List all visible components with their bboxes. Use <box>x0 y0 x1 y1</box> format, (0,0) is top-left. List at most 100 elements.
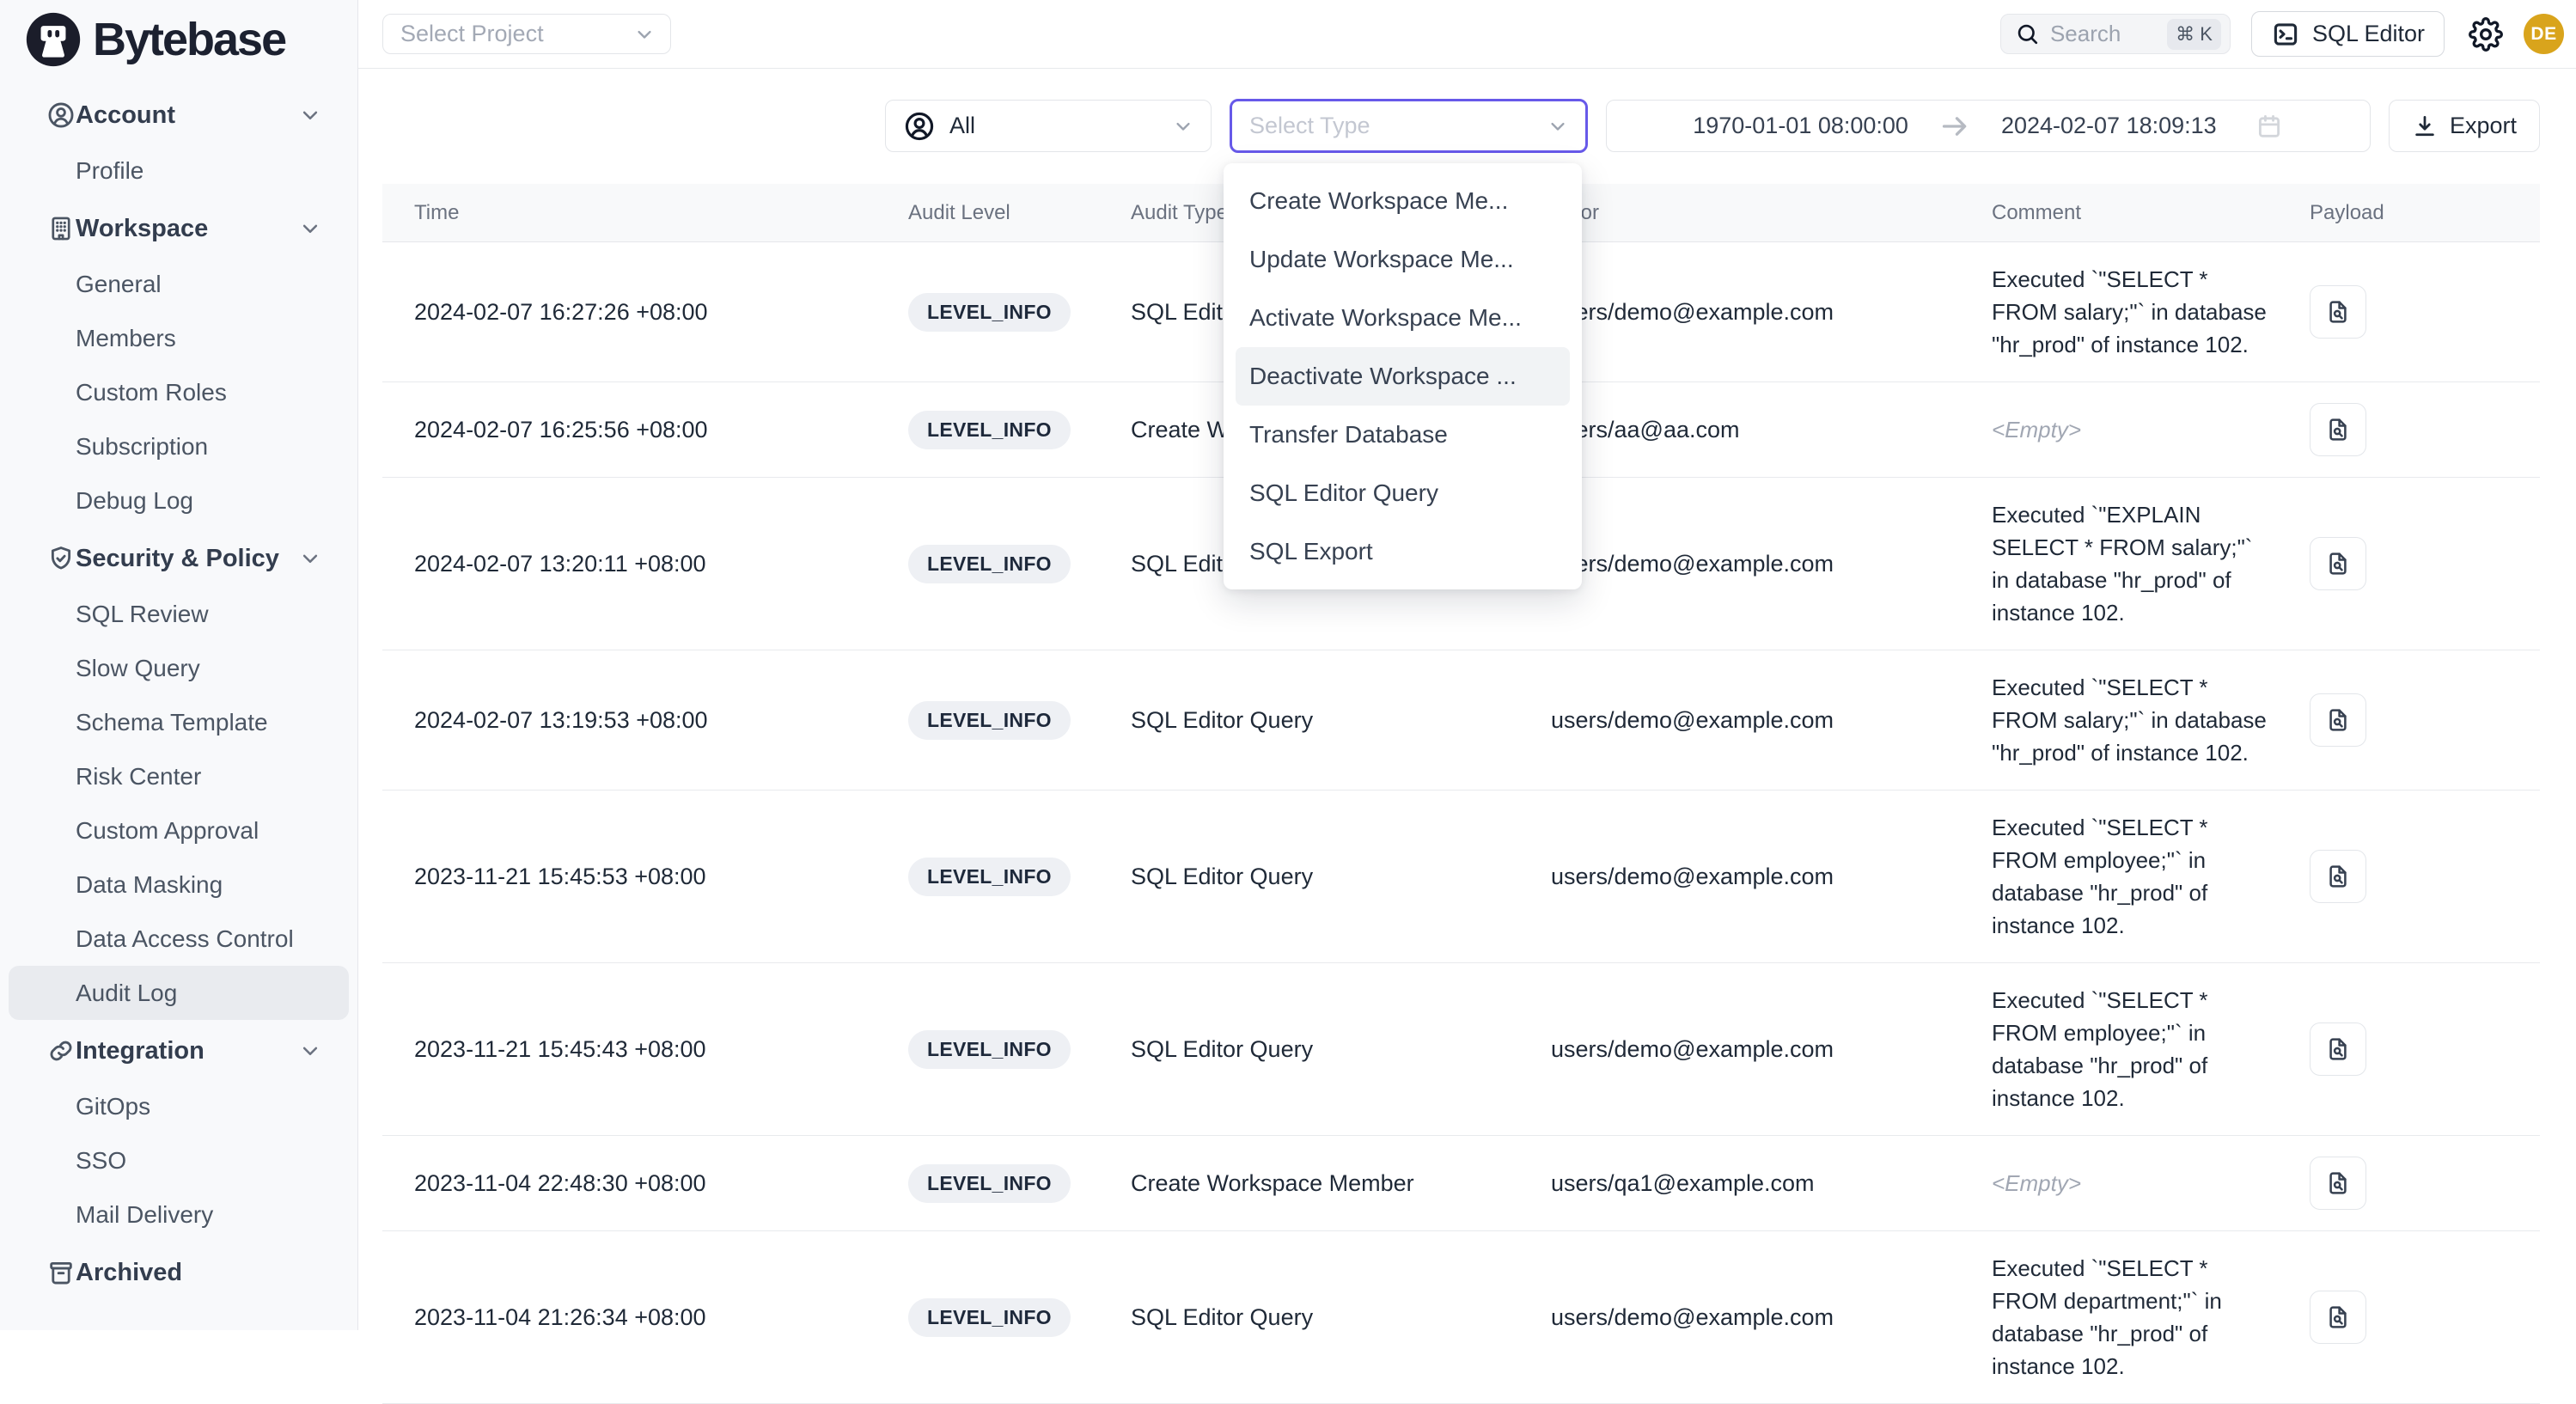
sql-editor-label: SQL Editor <box>2312 21 2425 47</box>
column-header: Payload <box>2310 201 2540 225</box>
settings-button[interactable] <box>2469 17 2503 52</box>
payload-button[interactable] <box>2310 403 2366 456</box>
cell-time: 2023-11-21 15:45:53 +08:00 <box>414 864 908 890</box>
sidebar-item-label: Data Masking <box>76 871 223 899</box>
sidebar-item[interactable]: Workspace <box>9 200 349 257</box>
sidebar-item[interactable]: Members <box>9 311 349 365</box>
sidebar-item[interactable]: GitOps <box>9 1079 349 1133</box>
payload-button[interactable] <box>2310 1022 2366 1076</box>
sidebar-item[interactable]: Account <box>9 87 349 143</box>
sidebar-item[interactable]: SSO <box>9 1133 349 1187</box>
file-search-icon <box>2324 863 2352 890</box>
sidebar-item[interactable]: Risk Center <box>9 749 349 803</box>
type-filter-dropdown: Create Workspace Me...Update Workspace M… <box>1224 163 1582 589</box>
dropdown-menu-item[interactable]: Deactivate Workspace ... <box>1236 347 1570 406</box>
date-range-picker[interactable]: 1970-01-01 08:00:00 2024-02-07 18:09:13 <box>1606 100 2371 152</box>
search-shortcut-badge: ⌘ K <box>2167 19 2221 50</box>
dropdown-menu-item[interactable]: SQL Editor Query <box>1236 464 1570 522</box>
terminal-icon <box>2271 20 2300 49</box>
download-icon <box>2412 113 2438 139</box>
cell-audit-type: SQL Editor Query <box>1131 1304 1551 1331</box>
sidebar-item[interactable]: Slow Query <box>9 641 349 695</box>
archive-icon <box>46 1258 76 1287</box>
cell-actor: users/demo@example.com <box>1551 707 1992 734</box>
payload-button[interactable] <box>2310 1157 2366 1210</box>
search-placeholder: Search <box>2050 21 2157 47</box>
bytebase-logo[interactable]: Bytebase <box>0 0 357 76</box>
sidebar-item[interactable]: Debug Log <box>9 473 349 528</box>
cell-comment: Executed `"EXPLAIN SELECT * FROM salary;… <box>1992 502 2252 626</box>
sidebar-item-label: Data Access Control <box>76 925 294 953</box>
sidebar-item[interactable]: Custom Roles <box>9 365 349 419</box>
project-select[interactable]: Select Project <box>382 14 671 54</box>
sql-editor-button[interactable]: SQL Editor <box>2251 11 2445 57</box>
dropdown-menu-item[interactable]: Update Workspace Me... <box>1236 230 1570 289</box>
sidebar-item-label: Risk Center <box>76 763 201 791</box>
sidebar-item[interactable]: Security & Policy <box>9 530 349 587</box>
sidebar-item[interactable]: Data Access Control <box>9 912 349 966</box>
sidebar-item[interactable]: General <box>9 257 349 311</box>
sidebar-item-label: General <box>76 271 162 298</box>
sidebar-item[interactable]: SQL Review <box>9 587 349 641</box>
payload-button[interactable] <box>2310 850 2366 903</box>
search-input[interactable]: Search ⌘ K <box>2000 14 2231 54</box>
sidebar-item[interactable]: Archived <box>9 1244 349 1301</box>
topbar: Select Project Search ⌘ K SQL Editor DE <box>358 0 2576 69</box>
cell-actor: users/demo@example.com <box>1551 1304 1992 1331</box>
sidebar-item-label: Debug Log <box>76 487 193 515</box>
filter-bar: All Select Type 1970-01-01 08:00:00 2024… <box>358 99 2540 153</box>
dropdown-menu-item[interactable]: Activate Workspace Me... <box>1236 289 1570 347</box>
chevron-down-icon <box>1546 114 1570 138</box>
dropdown-menu-item[interactable]: SQL Export <box>1236 522 1570 581</box>
cell-actor: users/demo@example.com <box>1551 864 1992 890</box>
payload-button[interactable] <box>2310 285 2366 339</box>
sidebar-nav: Account Profile Workspace General Member… <box>0 76 357 1301</box>
sidebar-item[interactable]: Subscription <box>9 419 349 473</box>
chevron-down-icon <box>632 22 656 46</box>
payload-button[interactable] <box>2310 693 2366 747</box>
calendar-icon[interactable] <box>2255 112 2284 141</box>
sidebar-item[interactable]: Audit Log <box>9 966 349 1020</box>
column-header: Audit Level <box>908 201 1131 225</box>
cell-comment: Executed `"SELECT * FROM salary;"` in da… <box>1992 675 2267 766</box>
cell-time: 2023-11-21 15:45:43 +08:00 <box>414 1036 908 1063</box>
cell-time: 2024-02-07 13:19:53 +08:00 <box>414 707 908 734</box>
audit-level-badge: LEVEL_INFO <box>908 411 1071 449</box>
column-header: Time <box>414 201 908 225</box>
date-start[interactable]: 1970-01-01 08:00:00 <box>1693 113 1908 139</box>
file-search-icon <box>2324 416 2352 443</box>
sidebar-item-label: Subscription <box>76 433 208 461</box>
file-search-icon <box>2324 706 2352 734</box>
dropdown-menu-item[interactable]: Transfer Database <box>1236 406 1570 464</box>
avatar[interactable]: DE <box>2524 14 2564 54</box>
cell-actor: users/demo@example.com <box>1551 299 1992 326</box>
sidebar-item[interactable]: Data Masking <box>9 858 349 912</box>
cell-time: 2023-11-04 21:26:34 +08:00 <box>414 1304 908 1331</box>
table-row: 2024-02-07 13:19:53 +08:00 LEVEL_INFO SQ… <box>382 650 2540 791</box>
sidebar-item[interactable]: Schema Template <box>9 695 349 749</box>
actor-filter-value: All <box>949 113 975 139</box>
shield-check-icon <box>46 544 76 573</box>
table-row: 2023-11-04 21:26:34 +08:00 LEVEL_INFO SQ… <box>382 1231 2540 1404</box>
audit-level-badge: LEVEL_INFO <box>908 1298 1071 1337</box>
payload-button[interactable] <box>2310 1291 2366 1344</box>
sidebar-item-label: Slow Query <box>76 655 200 682</box>
chevron-down-icon <box>1171 114 1195 138</box>
dropdown-menu-item[interactable]: Create Workspace Me... <box>1236 172 1570 230</box>
sidebar-item-label: Custom Approval <box>76 817 259 845</box>
actor-filter-select[interactable]: All <box>885 100 1212 152</box>
brand-name: Bytebase <box>93 13 285 66</box>
sidebar-item-label: Archived <box>76 1259 182 1287</box>
sidebar-item[interactable]: Integration <box>9 1022 349 1079</box>
payload-button[interactable] <box>2310 537 2366 590</box>
audit-level-badge: LEVEL_INFO <box>908 1164 1071 1203</box>
cell-audit-type: Create Workspace Member <box>1131 1170 1551 1197</box>
sidebar-item[interactable]: Mail Delivery <box>9 1187 349 1242</box>
sidebar-item[interactable]: Custom Approval <box>9 803 349 858</box>
sidebar-item[interactable]: Profile <box>9 143 349 198</box>
file-search-icon <box>2324 298 2352 326</box>
export-button[interactable]: Export <box>2389 100 2540 152</box>
type-filter-select[interactable]: Select Type <box>1230 99 1588 153</box>
date-end[interactable]: 2024-02-07 18:09:13 <box>2001 113 2217 139</box>
file-search-icon <box>2324 1035 2352 1063</box>
